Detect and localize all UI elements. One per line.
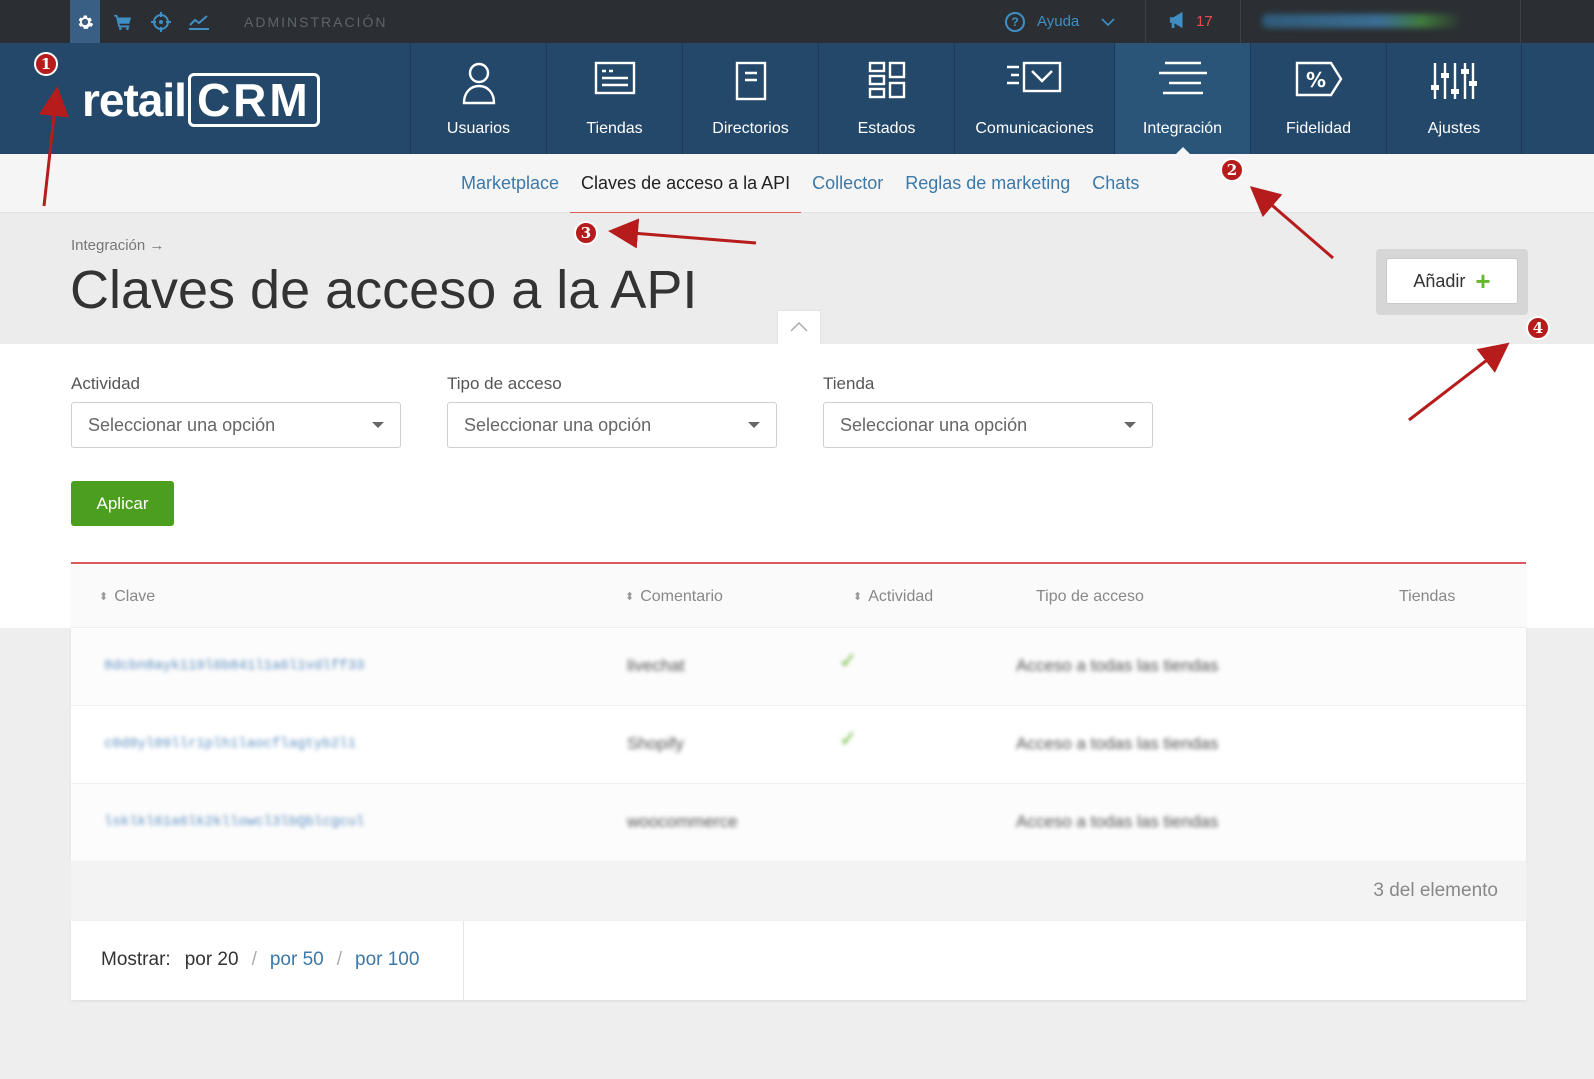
annotation-badge: 2 bbox=[1220, 158, 1244, 182]
annotation-badge: 4 bbox=[1526, 316, 1550, 340]
annotation-arrow bbox=[608, 218, 757, 249]
annotation-arrows bbox=[39, 86, 1510, 422]
annotation-badge: 1 bbox=[34, 52, 58, 76]
annotation-arrow bbox=[1408, 342, 1510, 422]
annotation-arrow bbox=[1249, 186, 1334, 260]
annotation-arrow bbox=[39, 86, 69, 207]
annotation-badge: 3 bbox=[574, 221, 598, 245]
